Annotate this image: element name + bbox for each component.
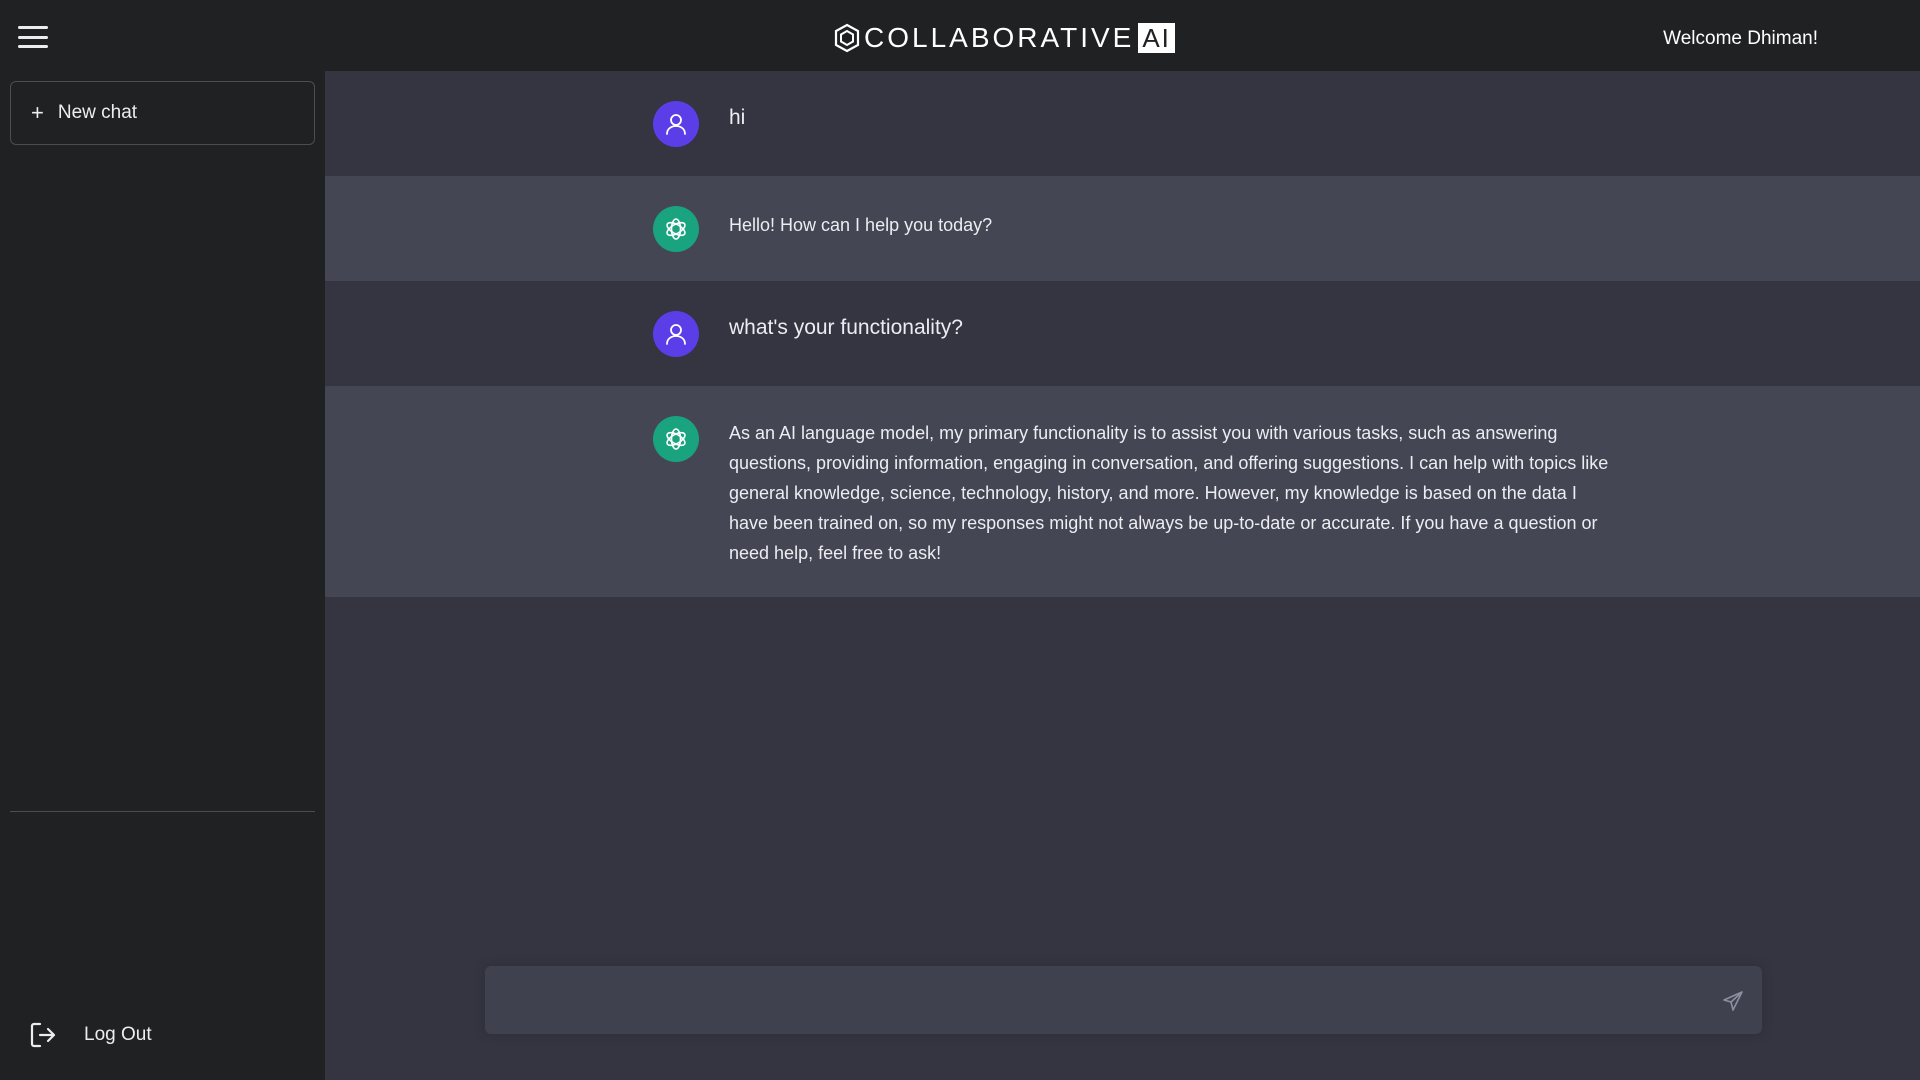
message-row-user: hi [325, 71, 1920, 176]
sidebar: + New chat Log Out [0, 71, 325, 1080]
chat-main: hi Hello! How can I help you today? what… [325, 71, 1920, 1080]
paper-plane-icon [1723, 991, 1743, 1011]
logout-label: Log Out [84, 1024, 152, 1045]
new-chat-button[interactable]: + New chat [10, 81, 315, 145]
logout-arrow-icon [30, 1022, 56, 1048]
sidebar-divider [10, 811, 315, 812]
message-text: what's your functionality? [729, 316, 963, 339]
openai-knot-icon [666, 218, 686, 240]
openai-knot-icon [666, 428, 686, 450]
message-row-user: what's your functionality? [325, 281, 1920, 386]
send-button[interactable] [1720, 988, 1746, 1014]
assistant-avatar [653, 206, 699, 252]
user-avatar [653, 311, 699, 357]
brand-ai-badge: AI [1138, 23, 1175, 53]
user-icon [666, 324, 686, 345]
message-row-assistant: Hello! How can I help you today? [325, 176, 1920, 281]
brand-name: COLLABORATIVE [864, 22, 1135, 53]
assistant-avatar [653, 416, 699, 462]
logout-button[interactable]: Log Out [28, 1017, 152, 1053]
hamburger-menu-icon[interactable] [18, 26, 48, 48]
brand-logo: COLLABORATIVE AI [834, 22, 1175, 54]
message-text: As an AI language model, my primary func… [729, 423, 1609, 563]
message-text: Hello! How can I help you today? [729, 215, 993, 235]
plus-icon: + [31, 100, 44, 125]
message-text: hi [729, 106, 746, 129]
top-bar: COLLABORATIVE AI Welcome Dhiman! [0, 0, 1920, 71]
user-avatar [653, 101, 699, 147]
user-icon [666, 114, 686, 135]
message-composer [485, 966, 1762, 1034]
hexagon-logo-icon [834, 23, 860, 53]
message-row-assistant: As an AI language model, my primary func… [325, 386, 1920, 597]
welcome-text: Welcome Dhiman! [1663, 28, 1818, 49]
new-chat-label: New chat [57, 102, 138, 123]
message-input[interactable] [485, 966, 1685, 1034]
